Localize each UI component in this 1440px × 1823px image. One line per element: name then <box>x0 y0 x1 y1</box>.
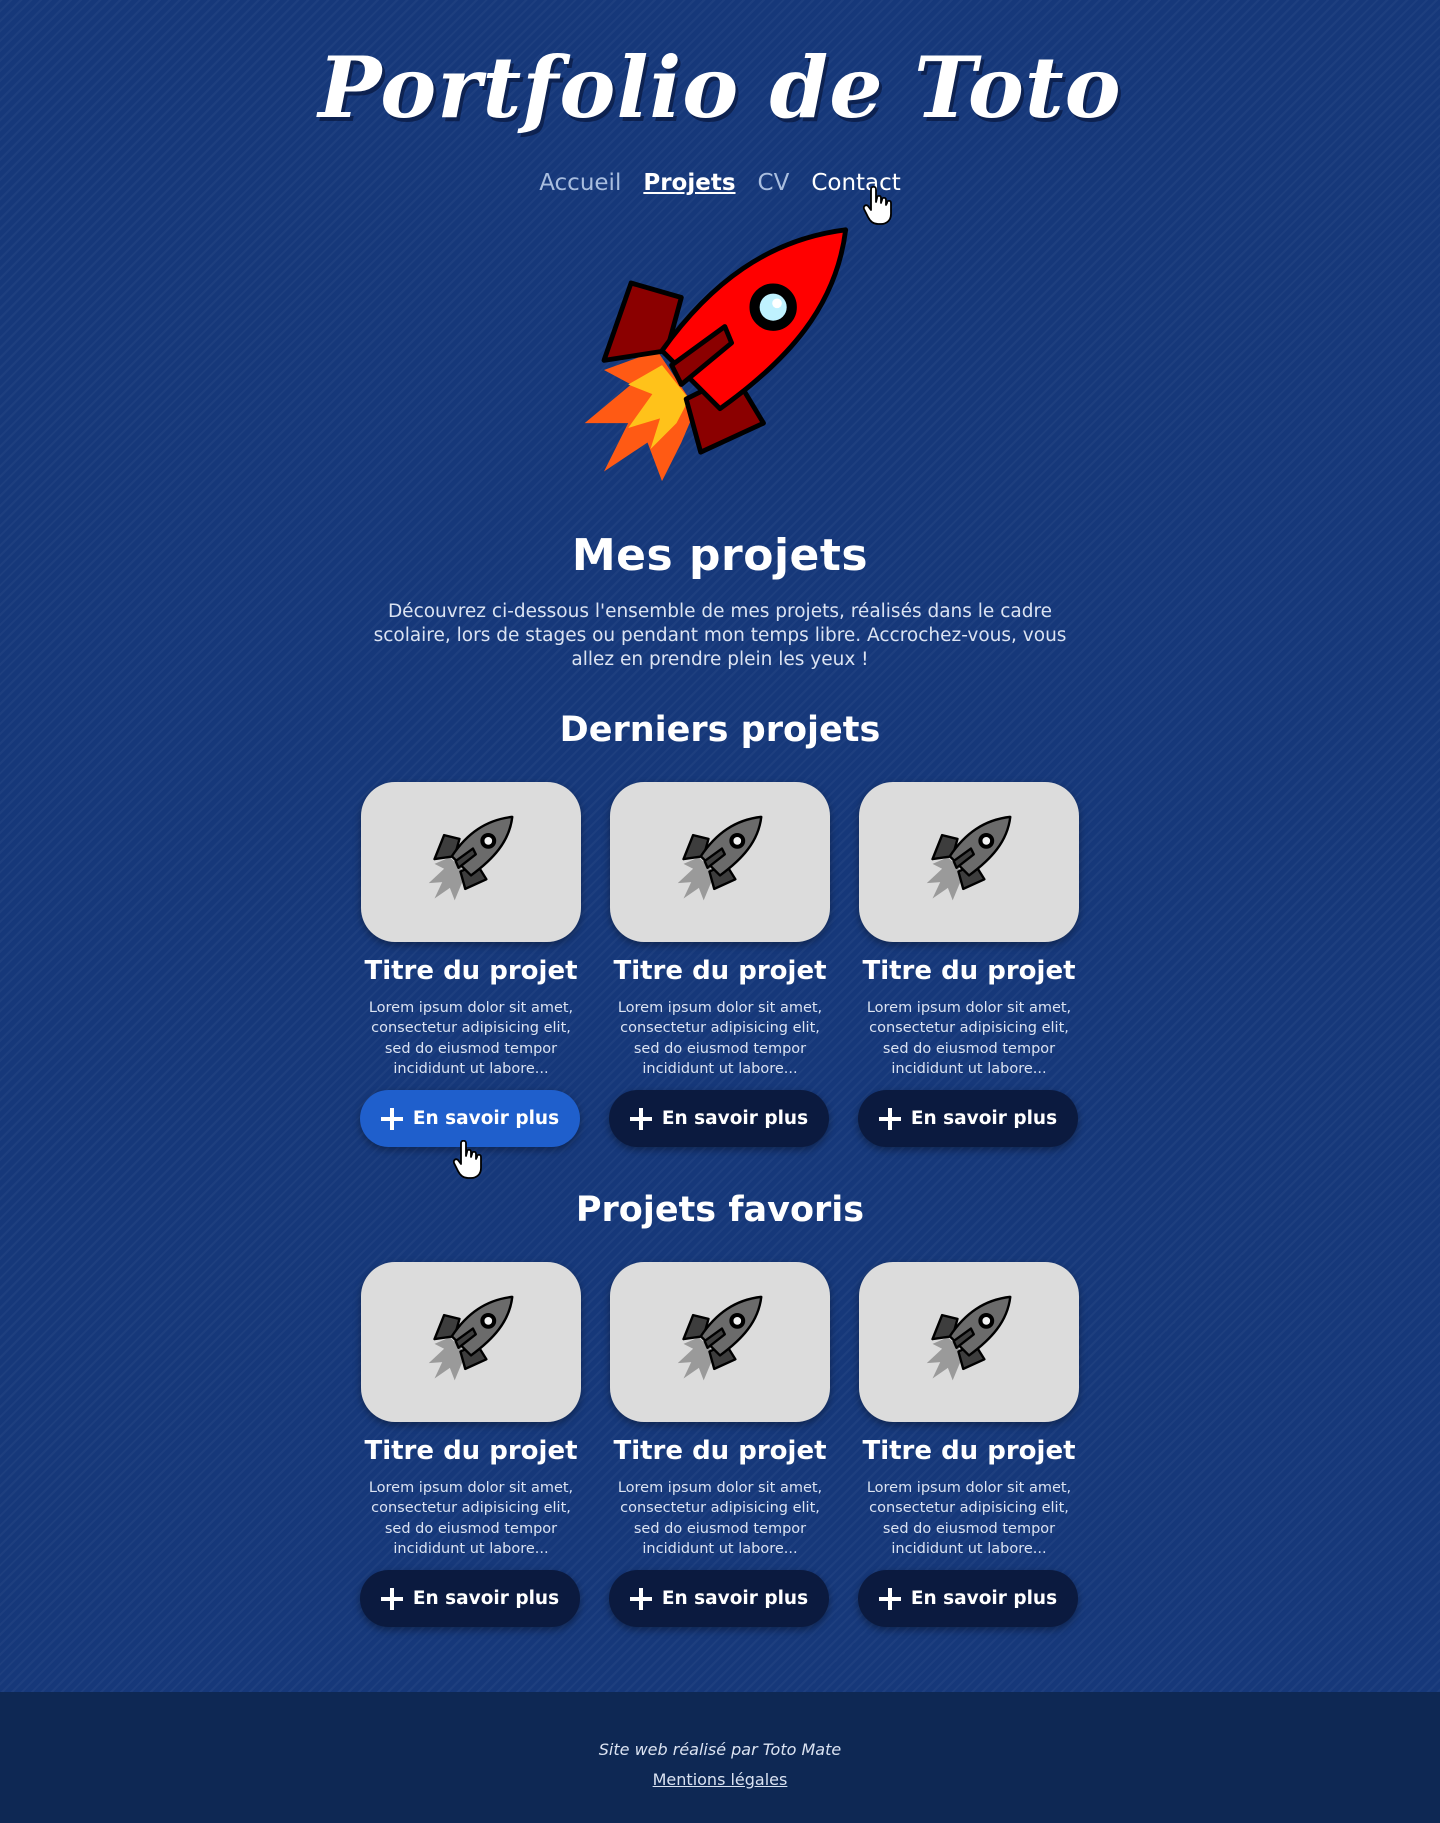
footer: Site web réalisé par Toto Mate Mentions … <box>0 1692 1440 1823</box>
project-image <box>859 1262 1079 1422</box>
plus-icon <box>629 1107 652 1130</box>
more-info-button[interactable]: En savoir plus <box>858 1090 1078 1147</box>
project-description: Lorem ipsum dolor sit amet, consectetur … <box>866 1000 1072 1077</box>
more-info-label: En savoir plus <box>661 1108 809 1129</box>
rocket-icon <box>926 815 1012 901</box>
project-card: Titre du projet Lorem ipsum dolor sit am… <box>360 1262 582 1662</box>
rocket-icon <box>677 815 763 901</box>
rocket-icon <box>584 227 849 482</box>
site-title: Portfolio de Toto <box>318 38 1122 137</box>
project-description: Lorem ipsum dolor sit amet, consectetur … <box>866 1480 1072 1557</box>
section-heading-favorites: Projets favoris <box>575 1190 865 1230</box>
nav-link-projets[interactable]: Projets <box>643 170 735 196</box>
more-info-label: En savoir plus <box>412 1588 560 1609</box>
project-image <box>859 782 1079 942</box>
project-title: Titre du projet <box>613 956 827 986</box>
more-info-button[interactable]: En savoir plus <box>858 1570 1078 1627</box>
plus-icon <box>380 1107 403 1130</box>
more-info-label: En savoir plus <box>661 1588 809 1609</box>
intro-text: Découvrez ci-dessous l'ensemble de mes p… <box>373 601 1067 670</box>
more-info-button[interactable]: En savoir plus <box>360 1090 580 1147</box>
rocket-icon <box>926 1295 1012 1381</box>
page-heading: Mes projets <box>571 530 869 581</box>
hand-cursor-icon <box>452 1140 482 1179</box>
more-info-label: En savoir plus <box>910 1588 1058 1609</box>
project-description: Lorem ipsum dolor sit amet, consectetur … <box>368 1480 574 1557</box>
page: Portfolio de Toto Accueil Projets CV Con… <box>0 0 1440 1692</box>
project-description: Lorem ipsum dolor sit amet, consectetur … <box>617 1000 823 1077</box>
more-info-button[interactable]: En savoir plus <box>609 1570 829 1627</box>
main-nav: Accueil Projets CV Contact <box>0 170 1440 196</box>
hand-cursor-icon <box>862 186 892 225</box>
project-image <box>361 1262 581 1422</box>
plus-icon <box>380 1587 403 1610</box>
project-title: Titre du projet <box>364 1436 578 1466</box>
nav-link-accueil[interactable]: Accueil <box>539 170 621 196</box>
project-description: Lorem ipsum dolor sit amet, consectetur … <box>617 1480 823 1557</box>
project-image <box>361 782 581 942</box>
footer-credit: Site web réalisé par Toto Mate <box>598 1740 842 1759</box>
legal-notice-link[interactable]: Mentions légales <box>653 1770 788 1789</box>
project-card: Titre du projet Lorem ipsum dolor sit am… <box>360 782 582 1182</box>
favorite-projects-grid: Titre du projet Lorem ipsum dolor sit am… <box>360 1262 1080 1662</box>
latest-projects-grid: Titre du projet Lorem ipsum dolor sit am… <box>360 782 1080 1182</box>
more-info-button[interactable]: En savoir plus <box>360 1570 580 1627</box>
project-title: Titre du projet <box>613 1436 827 1466</box>
project-image <box>610 782 830 942</box>
section-heading-latest: Derniers projets <box>559 710 881 750</box>
more-info-button[interactable]: En savoir plus <box>609 1090 829 1147</box>
more-info-label: En savoir plus <box>412 1108 560 1129</box>
project-title: Titre du projet <box>862 956 1076 986</box>
plus-icon <box>629 1587 652 1610</box>
project-card: Titre du projet Lorem ipsum dolor sit am… <box>609 1262 831 1662</box>
project-title: Titre du projet <box>862 1436 1076 1466</box>
rocket-icon <box>428 1295 514 1381</box>
nav-link-cv[interactable]: CV <box>758 170 790 196</box>
rocket-icon <box>677 1295 763 1381</box>
project-card: Titre du projet Lorem ipsum dolor sit am… <box>858 1262 1080 1662</box>
project-description: Lorem ipsum dolor sit amet, consectetur … <box>368 1000 574 1077</box>
rocket-icon <box>428 815 514 901</box>
plus-icon <box>878 1107 901 1130</box>
project-image <box>610 1262 830 1422</box>
plus-icon <box>878 1587 901 1610</box>
more-info-label: En savoir plus <box>910 1108 1058 1129</box>
project-card: Titre du projet Lorem ipsum dolor sit am… <box>858 782 1080 1182</box>
project-card: Titre du projet Lorem ipsum dolor sit am… <box>609 782 831 1182</box>
project-title: Titre du projet <box>364 956 578 986</box>
